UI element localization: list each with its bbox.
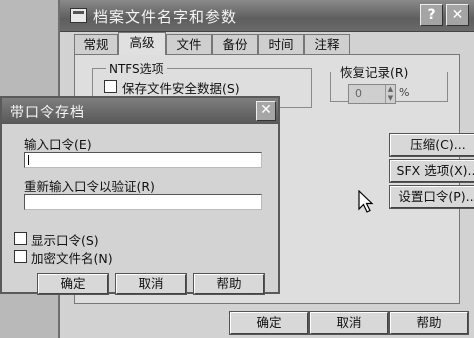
recovery-value: 0 xyxy=(355,87,362,100)
cancel-button[interactable]: 取消 xyxy=(309,311,389,335)
password-titlebar[interactable]: 带口令存档 ✕ xyxy=(2,98,278,124)
reenter-password-input[interactable] xyxy=(24,194,262,210)
ntfs-options-legend: NTFS选项 xyxy=(106,60,167,77)
help-button[interactable]: 帮助 xyxy=(389,311,469,335)
reenter-password-label: 重新输入口令以验证(R) xyxy=(24,179,155,194)
tab-time[interactable]: 时间 xyxy=(258,34,304,54)
spinner-arrows-icon[interactable]: ▲ ▼ xyxy=(385,85,395,103)
recovery-percent-spinner[interactable]: 0 ▲ ▼ xyxy=(348,84,396,104)
ok-button[interactable]: 确定 xyxy=(229,311,309,335)
encrypt-filenames-label: 加密文件名(N) xyxy=(31,251,113,266)
show-password-checkbox[interactable] xyxy=(14,232,27,245)
close-icon[interactable]: ✕ xyxy=(446,4,469,26)
save-security-checkbox[interactable] xyxy=(104,80,117,93)
tab-files[interactable]: 文件 xyxy=(166,34,212,54)
compress-button[interactable]: 压缩(C)... xyxy=(389,133,474,157)
show-password-label: 显示口令(S) xyxy=(31,233,99,248)
recovery-record-legend: 恢复记录(R) xyxy=(340,65,409,80)
main-title: 档案文件名字和参数 xyxy=(93,8,238,26)
tab-advanced[interactable]: 高级 xyxy=(118,32,166,55)
text-caret xyxy=(28,155,29,165)
password-dialog-title: 带口令存档 xyxy=(10,105,85,121)
sfx-options-button[interactable]: SFX 选项(X)... xyxy=(389,159,474,183)
password-dialog: 带口令存档 ✕ 输入口令(E) 重新输入口令以验证(R) 显示口令(S) 加密文… xyxy=(0,96,280,295)
close-icon[interactable]: ✕ xyxy=(256,101,276,121)
mouse-pointer-icon xyxy=(358,190,374,213)
tab-general[interactable]: 常规 xyxy=(74,34,118,54)
set-password-button[interactable]: 设置口令(P)... xyxy=(389,185,474,209)
password-input[interactable] xyxy=(24,152,262,168)
password-help-button[interactable]: 帮助 xyxy=(193,273,265,295)
save-security-label: 保存文件安全数据(S) xyxy=(122,81,240,96)
enter-password-label: 输入口令(E) xyxy=(24,137,92,152)
recovery-unit: % xyxy=(399,86,410,99)
archive-icon xyxy=(70,8,87,23)
help-caption-button[interactable]: ? xyxy=(420,4,443,26)
tab-comment[interactable]: 注释 xyxy=(304,34,350,54)
encrypt-filenames-checkbox[interactable] xyxy=(14,250,27,263)
main-titlebar[interactable]: 档案文件名字和参数 ? ✕ xyxy=(60,0,474,32)
password-ok-button[interactable]: 确定 xyxy=(37,273,109,295)
tab-backup[interactable]: 备份 xyxy=(212,34,258,54)
password-cancel-button[interactable]: 取消 xyxy=(115,273,187,295)
